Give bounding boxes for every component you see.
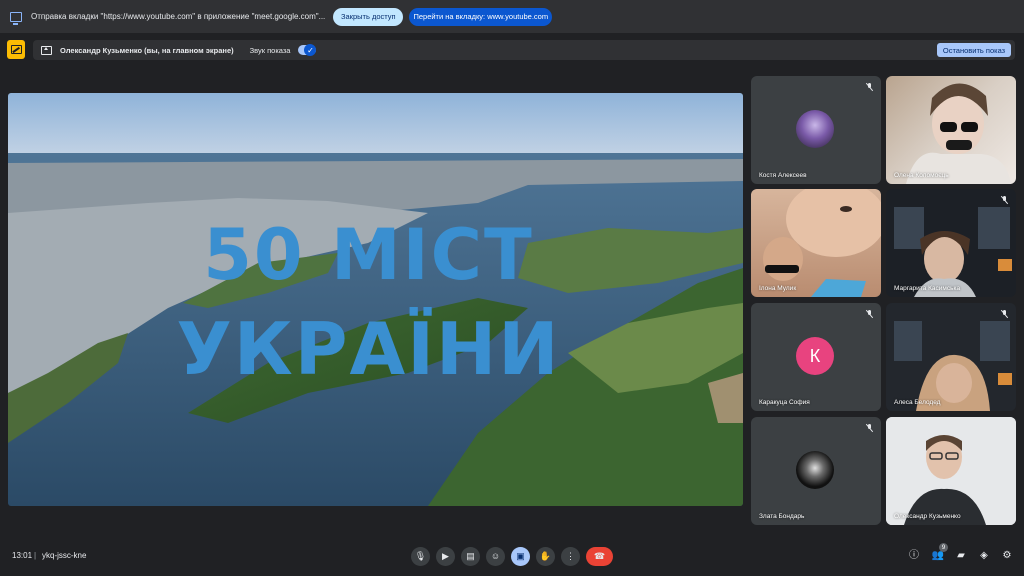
participant-tile[interactable]: Костя Алексеев — [751, 76, 881, 184]
presenter-label: Олександр Кузьменко (вы, на главном экра… — [60, 45, 234, 55]
mic-off-icon — [866, 424, 873, 432]
host-controls-button[interactable]: ⚙ — [1000, 549, 1014, 563]
tab-sharing-text: Отправка вкладки "https://www.youtube.co… — [31, 12, 326, 21]
stop-access-button[interactable]: Закрыть доступ — [333, 7, 404, 26]
tab-sharing-bar: Отправка вкладки "https://www.youtube.co… — [0, 0, 1024, 33]
participant-video — [763, 189, 881, 297]
presenting-bar: Олександр Кузьменко (вы, на главном экра… — [0, 38, 1024, 63]
participant-tile[interactable]: К Каракуца София — [751, 303, 881, 411]
bottom-toolbar: 13:01 | ykq-jssc-kne 🎙 ▶ ▤ ☺ ▣ ✋ ⋮ ☎ ⓘ 👥… — [0, 540, 1024, 576]
more-options-button[interactable]: ⋮ — [561, 547, 580, 566]
participant-name: Олена Коломоєць — [894, 172, 949, 179]
host-controls-icon: ⚙ — [1002, 550, 1012, 561]
participant-tile[interactable]: Злата Бондарь — [751, 417, 881, 525]
participant-tile[interactable]: Олена Коломоєць — [886, 76, 1016, 184]
avatar — [796, 451, 834, 489]
separator: | — [34, 551, 37, 560]
share-sound-toggle[interactable]: ✓ — [298, 44, 317, 56]
participant-name: Маргарита Касимська — [894, 285, 961, 292]
mic-off-icon — [866, 83, 873, 91]
video-title-line2: УКРАЇНИ — [176, 307, 561, 391]
camera-button[interactable]: ▶ — [436, 547, 455, 566]
mic-off-icon — [1001, 196, 1008, 204]
share-sound-label: Звук показа — [249, 45, 291, 55]
go-to-tab-button[interactable]: Перейти на вкладку: www.youtube.com — [409, 7, 553, 26]
participant-tile[interactable]: Олександр Кузьменко — [886, 417, 1016, 525]
shared-screen: 50 МІСТ УКРАЇНИ — [8, 93, 743, 506]
participant-tile[interactable]: Ілона Мулик — [751, 189, 881, 297]
activities-button[interactable]: ◈ — [977, 549, 991, 563]
chat-icon: ▰ — [957, 550, 965, 561]
participant-tile[interactable]: Маргарита Касимська — [886, 189, 1016, 297]
meet-logo-icon — [7, 40, 25, 59]
participant-tile[interactable]: Алеса Белодед — [886, 303, 1016, 411]
captions-button[interactable]: ▤ — [461, 547, 480, 566]
aerial-city-river-image — [8, 93, 743, 506]
present-button[interactable]: ▣ — [511, 547, 530, 566]
tab-share-icon — [10, 11, 22, 25]
raise-hand-icon: ✋ — [539, 551, 552, 561]
check-icon: ✓ — [304, 44, 317, 56]
avatar: К — [796, 337, 834, 375]
activities-icon: ◈ — [980, 550, 988, 561]
mic-icon: 🎙 — [414, 551, 427, 561]
presenting-strip: Олександр Кузьменко (вы, на главном экра… — [33, 40, 1015, 60]
participant-name: Злата Бондарь — [759, 513, 805, 520]
participant-name: Каракуца София — [759, 399, 810, 406]
presenting-screen-icon — [41, 45, 52, 55]
participant-name: Ілона Мулик — [759, 285, 797, 292]
captions-icon: ▤ — [466, 551, 475, 561]
mic-button[interactable]: 🎙 — [411, 547, 430, 566]
emoji-button[interactable]: ☺ — [486, 547, 505, 566]
participant-name: Олександр Кузьменко — [894, 513, 961, 520]
participant-name: Алеса Белодед — [894, 399, 941, 406]
stop-presenting-button[interactable]: Остановить показ — [937, 43, 1011, 57]
more-options-icon: ⋮ — [566, 551, 575, 561]
participant-video — [894, 321, 1012, 411]
participant-name: Костя Алексеев — [759, 172, 807, 179]
emoji-icon: ☺ — [490, 551, 501, 561]
end-call-button[interactable]: ☎ — [586, 547, 613, 566]
meeting-time: 13:01 — [12, 551, 33, 560]
mic-off-icon — [1001, 310, 1008, 318]
present-icon: ▣ — [516, 551, 525, 561]
people-button[interactable]: 👥 9 — [931, 543, 948, 563]
video-title-line1: 50 МІСТ — [203, 214, 534, 296]
participant-video — [886, 417, 1016, 525]
meeting-code: ykq-jssc-kne — [42, 551, 87, 560]
info-button[interactable]: ⓘ — [907, 549, 921, 563]
participant-video — [894, 207, 1012, 297]
raise-hand-button[interactable]: ✋ — [536, 547, 555, 566]
avatar — [796, 110, 834, 148]
participant-count-badge: 9 — [939, 543, 948, 552]
mic-off-icon — [866, 310, 873, 318]
camera-icon: ▶ — [442, 551, 449, 561]
people-icon: 👥 — [931, 550, 945, 561]
participant-video — [906, 83, 1011, 184]
info-icon: ⓘ — [909, 550, 919, 561]
chat-button[interactable]: ▰ — [954, 549, 968, 563]
end-call-icon: ☎ — [593, 551, 606, 561]
